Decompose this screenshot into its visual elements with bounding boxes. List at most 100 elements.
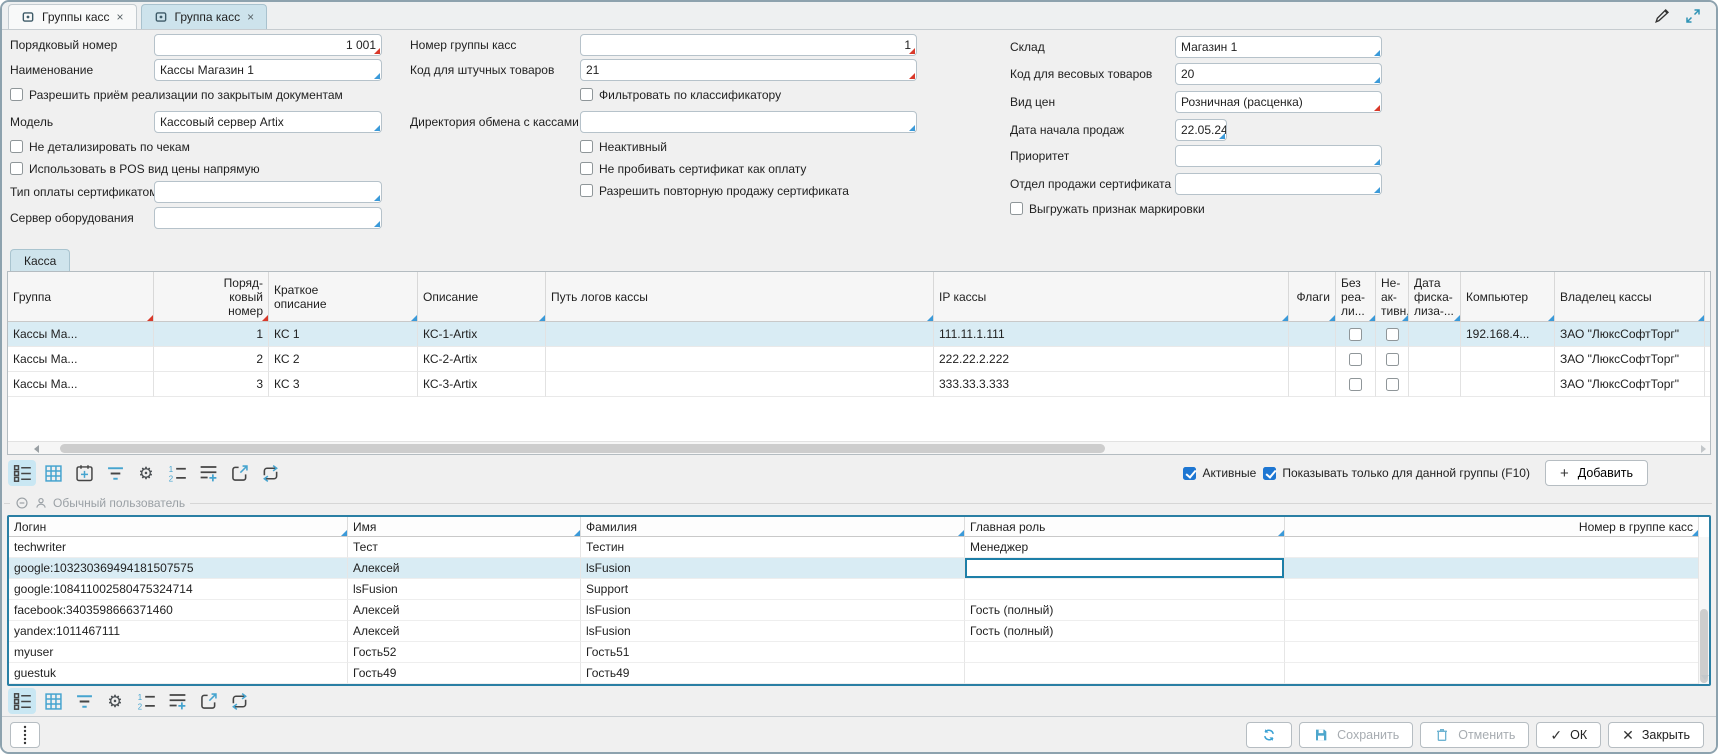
table-cell[interactable]: yandex:1011467111: [9, 621, 348, 642]
edit-pencil-icon[interactable]: [1653, 6, 1672, 25]
table-cell[interactable]: [1409, 322, 1461, 347]
table-cell[interactable]: techwriter: [9, 537, 348, 558]
table-cell[interactable]: google:103230369494181507575: [9, 558, 348, 579]
exchange-dir-field[interactable]: [580, 111, 917, 133]
settings-button[interactable]: ⚙: [132, 460, 160, 486]
table-cell[interactable]: 111.11.1.111: [934, 322, 1289, 347]
table-cell[interactable]: Тестин: [581, 537, 965, 558]
filter-button[interactable]: [101, 460, 129, 486]
column-header-login[interactable]: Логин: [9, 517, 348, 537]
table-cell[interactable]: Гость49: [581, 663, 965, 684]
table-row[interactable]: Кассы Ма... 1 КС 1 КС-1-Artix 111.11.1.1…: [8, 322, 1710, 347]
table-cell[interactable]: lsFusion: [581, 600, 965, 621]
ok-button[interactable]: ✓ ОК: [1536, 722, 1601, 748]
table-row[interactable]: google:103230369494181507575 Алексей lsF…: [9, 558, 1709, 579]
no-realization-checkbox[interactable]: [1349, 353, 1362, 366]
cert-payment-type-field[interactable]: [154, 181, 382, 203]
no-cert-as-payment-checkbox[interactable]: Не пробивать сертификат как оплату: [580, 161, 806, 176]
table-cell[interactable]: КС-2-Artix: [418, 347, 546, 372]
name-field[interactable]: Кассы Магазин 1: [154, 59, 382, 81]
grid-view-button[interactable]: [39, 460, 67, 486]
inactive-checkbox[interactable]: Неактивный: [580, 139, 667, 154]
table-cell[interactable]: myuser: [9, 642, 348, 663]
table-cell[interactable]: 2: [154, 347, 269, 372]
numbered-list-button[interactable]: 12: [163, 460, 191, 486]
table-cell[interactable]: Тест: [348, 537, 581, 558]
cert-sales-dept-field[interactable]: [1175, 173, 1382, 195]
table-cell[interactable]: [546, 347, 934, 372]
model-field[interactable]: Кассовый сервер Artix: [154, 111, 382, 133]
table-cell[interactable]: 1: [154, 322, 269, 347]
focused-cell[interactable]: [965, 558, 1285, 579]
inactive-checkbox[interactable]: [1386, 328, 1399, 341]
scroll-left-icon[interactable]: [34, 445, 39, 453]
column-header-computer[interactable]: Компьютер: [1461, 272, 1555, 322]
table-cell[interactable]: ЗАО "ЛюксСофтТорг": [1555, 322, 1705, 347]
table-cell[interactable]: [546, 372, 934, 397]
group-only-filter-checkbox[interactable]: Показывать только для данной группы (F10…: [1263, 466, 1530, 481]
column-header-group[interactable]: Группа: [8, 272, 154, 322]
scrollbar-thumb[interactable]: [1700, 609, 1708, 683]
pos-direct-price-checkbox[interactable]: Использовать в POS вид цены напрямую: [10, 161, 260, 176]
table-cell[interactable]: [1285, 621, 1699, 642]
add-row-button[interactable]: [163, 688, 191, 714]
cancel-button[interactable]: Отменить: [1420, 722, 1529, 748]
close-icon[interactable]: ×: [117, 11, 124, 23]
table-row[interactable]: Кассы Ма... 2 КС 2 КС-2-Artix 222.22.2.2…: [8, 347, 1710, 372]
table-row[interactable]: yandex:1011467111 Алексей lsFusion Гость…: [9, 621, 1709, 642]
tab-kassa[interactable]: Касса: [10, 249, 70, 271]
add-row-button[interactable]: [194, 460, 222, 486]
column-header-last-name[interactable]: Фамилия: [581, 517, 965, 537]
table-cell[interactable]: facebook:3403598666371460: [9, 600, 348, 621]
column-header-short-desc[interactable]: Краткое описание: [269, 272, 418, 322]
column-header-description[interactable]: Описание: [418, 272, 546, 322]
table-cell[interactable]: Гость (полный): [965, 621, 1285, 642]
table-cell[interactable]: [1285, 663, 1699, 684]
table-cell[interactable]: Гость52: [348, 642, 581, 663]
table-cell[interactable]: КС-3-Artix: [418, 372, 546, 397]
add-button[interactable]: +Добавить: [1545, 460, 1648, 486]
table-row[interactable]: guestuk Гость49 Гость49: [9, 663, 1709, 684]
table-cell[interactable]: 3: [154, 372, 269, 397]
numbered-list-button[interactable]: 12: [132, 688, 160, 714]
column-header-flags[interactable]: Флаги: [1289, 272, 1336, 322]
open-in-new-button[interactable]: [194, 688, 222, 714]
table-cell[interactable]: 333.33.3.333: [934, 372, 1289, 397]
table-cell[interactable]: Гость49: [348, 663, 581, 684]
horizontal-scrollbar[interactable]: [8, 441, 1710, 454]
table-cell[interactable]: КС 3: [269, 372, 418, 397]
inactive-checkbox[interactable]: [1386, 353, 1399, 366]
column-header-main-role[interactable]: Главная роль: [965, 517, 1285, 537]
table-cell[interactable]: lsFusion: [348, 579, 581, 600]
table-cell[interactable]: [1289, 322, 1336, 347]
scroll-right-icon[interactable]: [1701, 445, 1706, 453]
inactive-checkbox[interactable]: [1386, 378, 1399, 391]
table-row[interactable]: Кассы Ма... 3 КС 3 КС-3-Artix 333.33.3.3…: [8, 372, 1710, 397]
filter-classifier-checkbox[interactable]: Фильтровать по классификатору: [580, 87, 781, 102]
repeat-button[interactable]: [256, 460, 284, 486]
column-header-number[interactable]: Поряд- ковый номер: [154, 272, 269, 322]
tab-cash-groups[interactable]: Группы касс ×: [8, 4, 137, 29]
group-number-field[interactable]: 1: [580, 34, 917, 56]
piece-goods-code-field[interactable]: 21: [580, 59, 917, 81]
scrollbar-thumb[interactable]: [60, 444, 1105, 453]
table-cell[interactable]: ЗАО "ЛюксСофтТорг": [1555, 347, 1705, 372]
table-cell[interactable]: google:108411002580475324714: [9, 579, 348, 600]
table-row[interactable]: google:108411002580475324714 lsFusion Su…: [9, 579, 1709, 600]
column-header-ip[interactable]: IP кассы: [934, 272, 1289, 322]
table-cell[interactable]: Support: [581, 579, 965, 600]
close-icon[interactable]: ×: [247, 11, 254, 23]
seq-number-field[interactable]: 1 001: [154, 34, 382, 56]
table-cell[interactable]: Менеджер: [965, 537, 1285, 558]
table-cell[interactable]: 192.168.4...: [1461, 322, 1555, 347]
table-cell[interactable]: lsFusion: [581, 558, 965, 579]
column-header-cash-group-number[interactable]: Номер в группе касс: [1285, 517, 1699, 537]
table-cell[interactable]: КС 1: [269, 322, 418, 347]
save-button[interactable]: Сохранить: [1299, 722, 1413, 748]
table-cell[interactable]: guestuk: [9, 663, 348, 684]
no-realization-checkbox[interactable]: [1349, 328, 1362, 341]
table-cell[interactable]: Кассы Ма...: [8, 372, 154, 397]
close-button[interactable]: ✕ Закрыть: [1608, 722, 1704, 748]
table-row[interactable]: techwriter Тест Тестин Менеджер: [9, 537, 1709, 558]
column-header-log-path[interactable]: Путь логов кассы: [546, 272, 934, 322]
